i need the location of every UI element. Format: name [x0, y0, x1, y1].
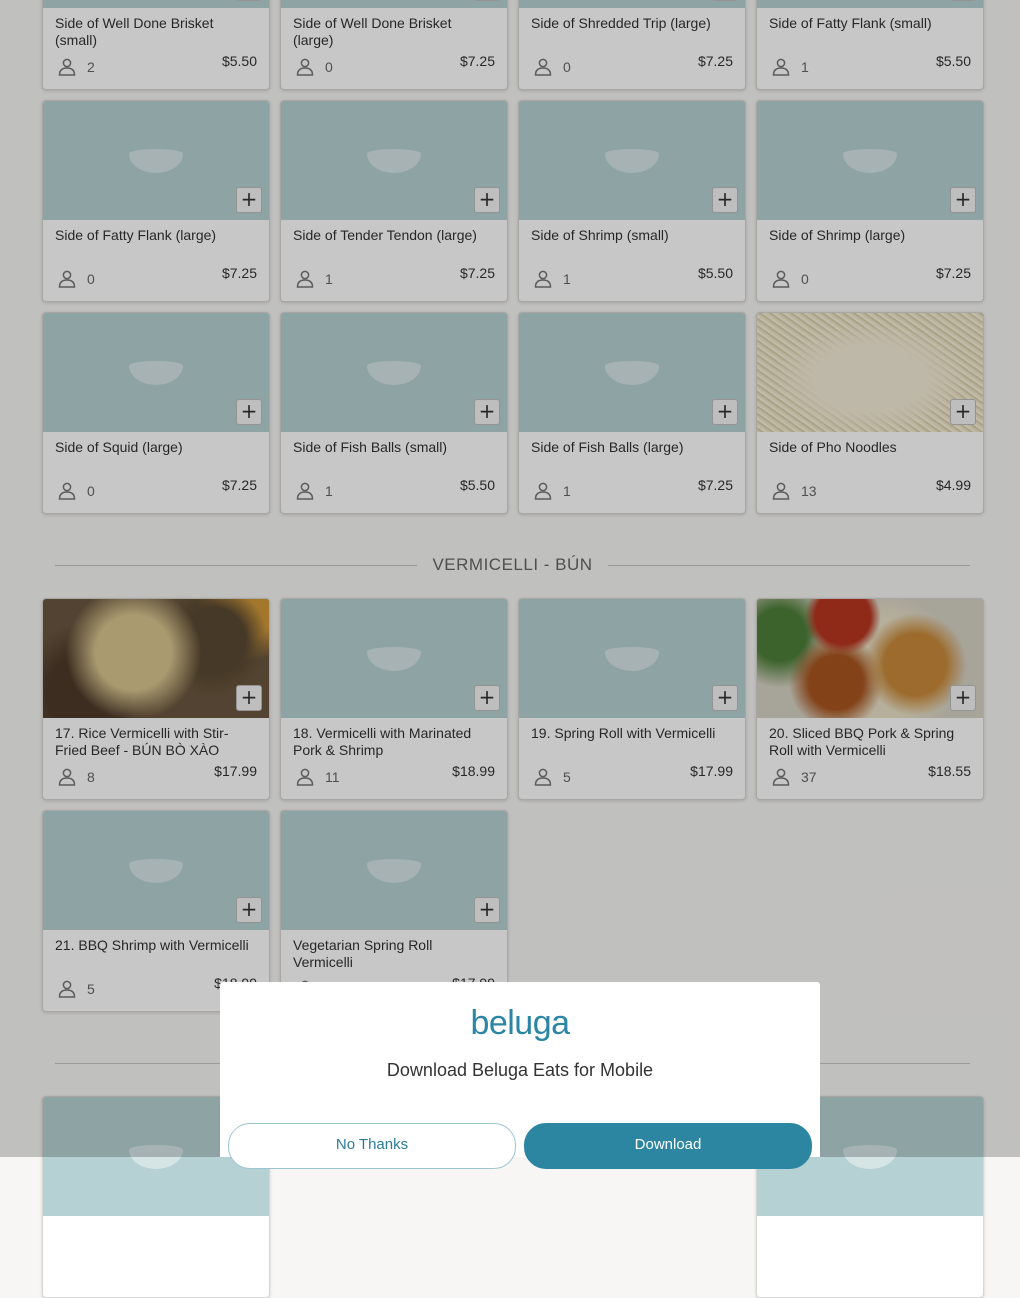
download-app-modal: beluga Download Beluga Eats for Mobile N… [220, 982, 820, 1169]
beluga-logo: beluga [470, 1004, 570, 1042]
download-button[interactable]: Download [524, 1123, 812, 1169]
modal-message: Download Beluga Eats for Mobile [386, 1060, 654, 1080]
no-thanks-button[interactable]: No Thanks [228, 1123, 516, 1169]
